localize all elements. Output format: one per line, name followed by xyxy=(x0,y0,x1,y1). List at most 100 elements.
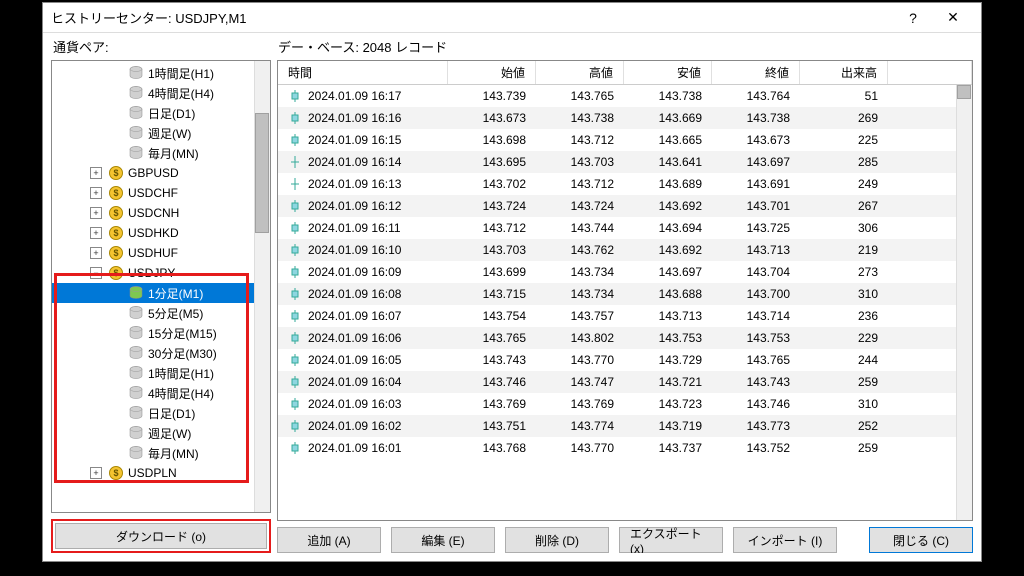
table-row[interactable]: 2024.01.09 16:13 143.702 143.712 143.689… xyxy=(278,173,972,195)
tree-timeframe[interactable]: 1分足(M1) xyxy=(52,283,270,303)
table-row[interactable]: 2024.01.09 16:01 143.768 143.770 143.737… xyxy=(278,437,972,459)
table-row[interactable]: 2024.01.09 16:02 143.751 143.774 143.719… xyxy=(278,415,972,437)
tree-timeframe[interactable]: 4時間足(H4) xyxy=(52,383,270,403)
table-header: 時間 始値 高値 安値 終値 出来高 xyxy=(278,61,972,85)
timeframe-icon xyxy=(128,85,144,101)
svg-text:$: $ xyxy=(113,208,118,218)
cell-low: 143.721 xyxy=(624,375,712,389)
th-high[interactable]: 高値 xyxy=(536,61,624,84)
expand-icon[interactable]: + xyxy=(90,227,102,239)
cell-high: 143.802 xyxy=(536,331,624,345)
expand-icon[interactable]: + xyxy=(90,187,102,199)
close-window-button[interactable]: 閉じる (C) xyxy=(869,527,973,553)
th-open[interactable]: 始値 xyxy=(448,61,536,84)
expand-icon[interactable]: + xyxy=(90,467,102,479)
tree-timeframe[interactable]: 週足(W) xyxy=(52,123,270,143)
table-row[interactable]: 2024.01.09 16:14 143.695 143.703 143.641… xyxy=(278,151,972,173)
doji-icon xyxy=(288,177,302,191)
cell-time: 2024.01.09 16:06 xyxy=(308,331,401,345)
tree-symbol[interactable]: +$USDPLN xyxy=(52,463,270,483)
cell-close: 143.701 xyxy=(712,199,800,213)
cell-close: 143.673 xyxy=(712,133,800,147)
tree-timeframe[interactable]: 毎月(MN) xyxy=(52,443,270,463)
tree-timeframe[interactable]: 毎月(MN) xyxy=(52,143,270,163)
table-row[interactable]: 2024.01.09 16:07 143.754 143.757 143.713… xyxy=(278,305,972,327)
export-button[interactable]: エクスポート (x) xyxy=(619,527,723,553)
cell-high: 143.703 xyxy=(536,155,624,169)
tree-symbol[interactable]: +$USDCNH xyxy=(52,203,270,223)
edit-button[interactable]: 編集 (E) xyxy=(391,527,495,553)
tree-timeframe[interactable]: 日足(D1) xyxy=(52,403,270,423)
tree-timeframe[interactable]: 1時間足(H1) xyxy=(52,363,270,383)
table-row[interactable]: 2024.01.09 16:08 143.715 143.734 143.688… xyxy=(278,283,972,305)
cell-time: 2024.01.09 16:03 xyxy=(308,397,401,411)
th-low[interactable]: 安値 xyxy=(624,61,712,84)
expand-icon[interactable]: + xyxy=(90,167,102,179)
svg-text:$: $ xyxy=(113,228,118,238)
cell-open: 143.743 xyxy=(448,353,536,367)
table-row[interactable]: 2024.01.09 16:17 143.739 143.765 143.738… xyxy=(278,85,972,107)
tree-timeframe[interactable]: 15分足(M15) xyxy=(52,323,270,343)
timeframe-icon xyxy=(128,385,144,401)
cell-open: 143.724 xyxy=(448,199,536,213)
table-row[interactable]: 2024.01.09 16:09 143.699 143.734 143.697… xyxy=(278,261,972,283)
th-time[interactable]: 時間 xyxy=(278,61,448,84)
tree-symbol[interactable]: +$USDHUF xyxy=(52,243,270,263)
pair-label: 通貨ペア: xyxy=(53,37,278,56)
cell-low: 143.641 xyxy=(624,155,712,169)
table-row[interactable]: 2024.01.09 16:15 143.698 143.712 143.665… xyxy=(278,129,972,151)
table-scrollbar-thumb[interactable] xyxy=(957,85,971,99)
collapse-icon[interactable]: − xyxy=(90,267,102,279)
close-button[interactable]: ✕ xyxy=(933,4,973,32)
cell-volume: 306 xyxy=(800,221,888,235)
th-close[interactable]: 終値 xyxy=(712,61,800,84)
cell-time: 2024.01.09 16:15 xyxy=(308,133,401,147)
table-row[interactable]: 2024.01.09 16:03 143.769 143.769 143.723… xyxy=(278,393,972,415)
tree-timeframe[interactable]: 4時間足(H4) xyxy=(52,83,270,103)
expand-icon[interactable]: + xyxy=(90,207,102,219)
tree-symbol[interactable]: +$USDHKD xyxy=(52,223,270,243)
cell-high: 143.762 xyxy=(536,243,624,257)
cell-low: 143.729 xyxy=(624,353,712,367)
table-row[interactable]: 2024.01.09 16:10 143.703 143.762 143.692… xyxy=(278,239,972,261)
cell-volume: 236 xyxy=(800,309,888,323)
timeframe-icon xyxy=(128,125,144,141)
candle-icon xyxy=(288,375,302,389)
th-volume[interactable]: 出来高 xyxy=(800,61,888,84)
table-scrollbar[interactable] xyxy=(956,85,972,520)
tree-timeframe[interactable]: 日足(D1) xyxy=(52,103,270,123)
add-button[interactable]: 追加 (A) xyxy=(277,527,381,553)
buttons-row: 追加 (A) 編集 (E) 削除 (D) エクスポート (x) インポート (I… xyxy=(277,527,973,553)
delete-button[interactable]: 削除 (D) xyxy=(505,527,609,553)
table-row[interactable]: 2024.01.09 16:05 143.743 143.770 143.729… xyxy=(278,349,972,371)
tree-timeframe[interactable]: 週足(W) xyxy=(52,423,270,443)
import-button[interactable]: インポート (I) xyxy=(733,527,837,553)
candle-icon xyxy=(288,419,302,433)
database-label: デー・ベース: 2048 レコード xyxy=(278,37,447,56)
cell-volume: 225 xyxy=(800,133,888,147)
download-highlight: ダウンロード (o) xyxy=(51,519,271,553)
tree-symbol[interactable]: +$USDCHF xyxy=(52,183,270,203)
table-row[interactable]: 2024.01.09 16:04 143.746 143.747 143.721… xyxy=(278,371,972,393)
download-button[interactable]: ダウンロード (o) xyxy=(55,523,267,549)
tree-timeframe[interactable]: 5分足(M5) xyxy=(52,303,270,323)
tree-symbol[interactable]: +$GBPUSD xyxy=(52,163,270,183)
tree-scrollbar[interactable] xyxy=(254,61,270,512)
left-panel: 1時間足(H1)4時間足(H4)日足(D1)週足(W)毎月(MN)+$GBPUS… xyxy=(51,60,271,553)
table-row[interactable]: 2024.01.09 16:12 143.724 143.724 143.692… xyxy=(278,195,972,217)
expand-icon[interactable]: + xyxy=(90,247,102,259)
help-button[interactable]: ? xyxy=(893,4,933,32)
tree-timeframe[interactable]: 30分足(M30) xyxy=(52,343,270,363)
cell-volume: 249 xyxy=(800,177,888,191)
cell-volume: 259 xyxy=(800,441,888,455)
candle-icon xyxy=(288,441,302,455)
tree-scrollbar-thumb[interactable] xyxy=(255,113,269,233)
table-row[interactable]: 2024.01.09 16:06 143.765 143.802 143.753… xyxy=(278,327,972,349)
cell-time: 2024.01.09 16:04 xyxy=(308,375,401,389)
tree-symbol-active[interactable]: −$USDJPY xyxy=(52,263,270,283)
cell-volume: 219 xyxy=(800,243,888,257)
cell-close: 143.743 xyxy=(712,375,800,389)
tree-timeframe[interactable]: 1時間足(H1) xyxy=(52,63,270,83)
table-row[interactable]: 2024.01.09 16:16 143.673 143.738 143.669… xyxy=(278,107,972,129)
table-row[interactable]: 2024.01.09 16:11 143.712 143.744 143.694… xyxy=(278,217,972,239)
